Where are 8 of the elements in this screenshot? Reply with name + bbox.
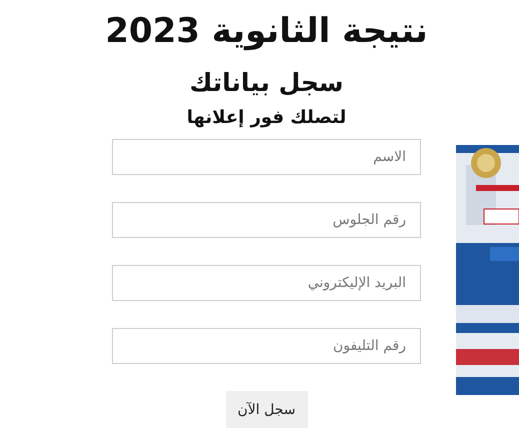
submit-button[interactable]: سجل الآن <box>226 391 308 428</box>
page-title: نتيجة الثانوية 2023 <box>105 10 428 53</box>
input-field[interactable]: الاسم <box>112 139 421 175</box>
input-field[interactable]: رقم التليفون <box>112 328 421 364</box>
form-heading: سجل بياناتك <box>189 67 344 99</box>
input-field[interactable]: البريد الإليكتروني <box>112 265 421 301</box>
input-field[interactable]: رقم الجلوس <box>112 202 421 238</box>
form-subheading: لتصلك فور إعلانها <box>186 106 346 130</box>
